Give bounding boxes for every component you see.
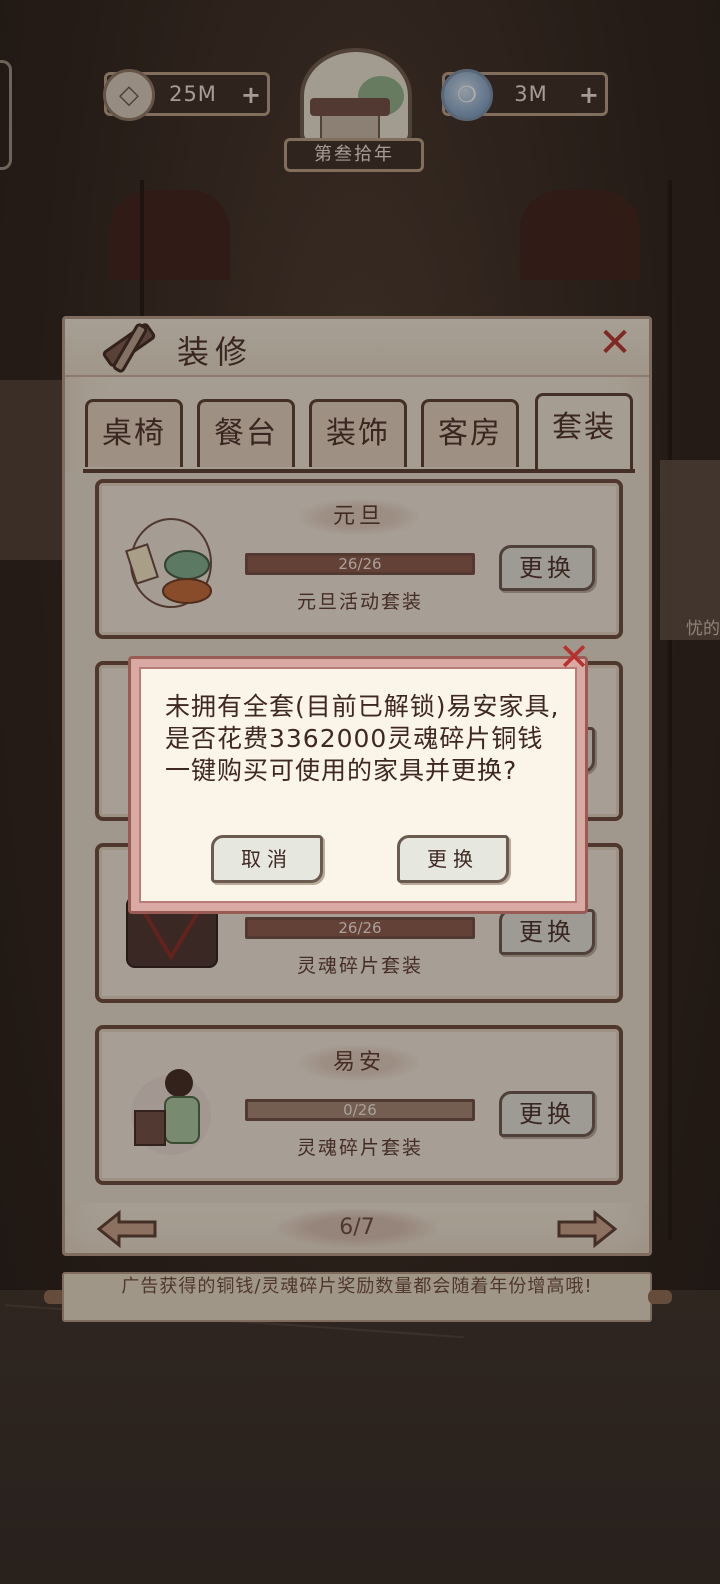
cancel-button[interactable]: 取消 [211, 835, 323, 883]
dialog-body: 未拥有全套(目前已解锁)易安家具,是否花费3362000灵魂碎片铜钱一键购买可使… [139, 667, 577, 903]
dialog-message: 未拥有全套(目前已解锁)易安家具,是否花费3362000灵魂碎片铜钱一键购买可使… [165, 692, 560, 785]
dialog-close-button[interactable]: ✕ [556, 638, 592, 676]
confirm-swap-button[interactable]: 更换 [397, 835, 509, 883]
purchase-confirm-dialog: 未拥有全套(目前已解锁)易安家具,是否花费3362000灵魂碎片铜钱一键购买可使… [128, 656, 588, 914]
